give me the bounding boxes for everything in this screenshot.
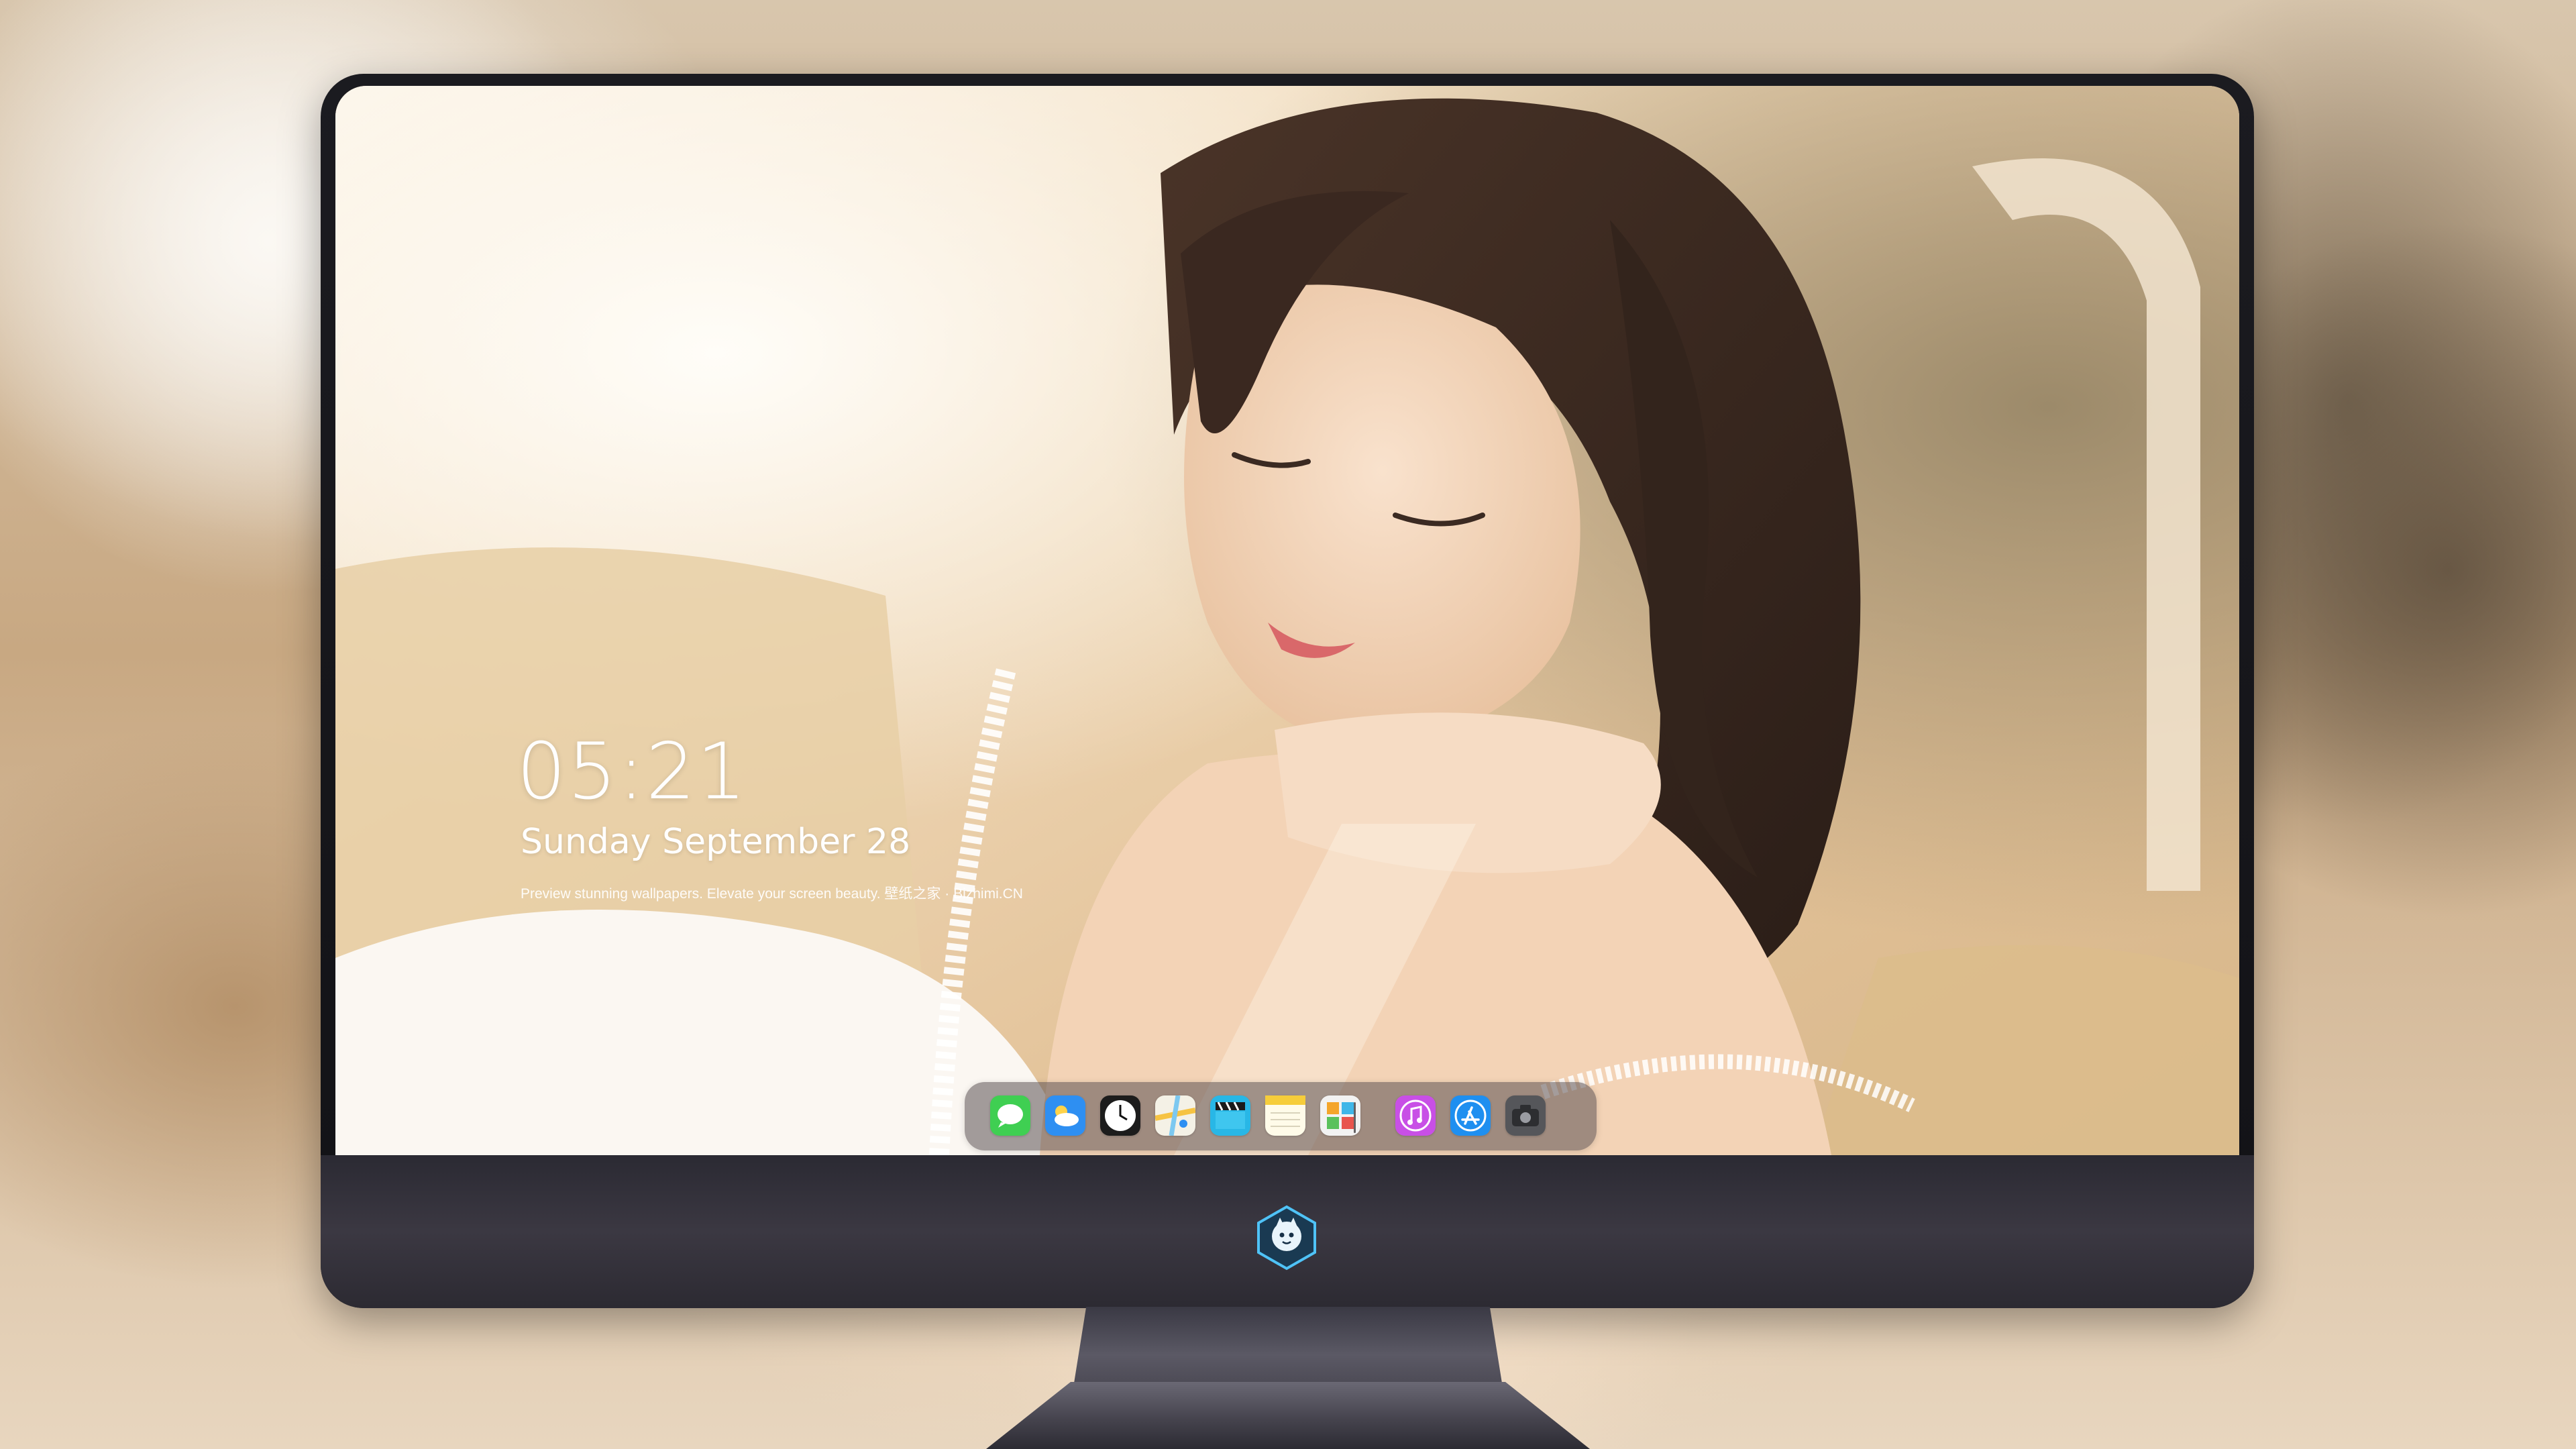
weather-icon[interactable] [1045,1095,1085,1136]
camera-icon[interactable] [1505,1095,1546,1136]
music-icon[interactable] [1395,1095,1436,1136]
monitor-stand [1073,1307,1503,1387]
wallpaper-image [335,86,2239,1155]
brand-logo-icon [1253,1204,1320,1271]
app-store-icon[interactable] [1450,1095,1491,1136]
app-dock [965,1082,1597,1150]
lockscreen-date: Sunday September 28 [521,822,911,862]
clock-icon[interactable] [1100,1095,1140,1136]
maps-icon[interactable] [1155,1095,1195,1136]
lockscreen-clock: 05:21 [517,727,748,817]
notes-icon[interactable] [1265,1095,1305,1136]
messages-icon[interactable] [990,1095,1030,1136]
dock-separator [1354,1102,1356,1133]
monitor-screen: 05:21 Sunday September 28 Preview stunni… [335,86,2239,1155]
wallpaper-caption: Preview stunning wallpapers. Elevate you… [521,886,1023,902]
monitor-stand-base [986,1382,1590,1449]
clips-icon[interactable] [1210,1095,1250,1136]
